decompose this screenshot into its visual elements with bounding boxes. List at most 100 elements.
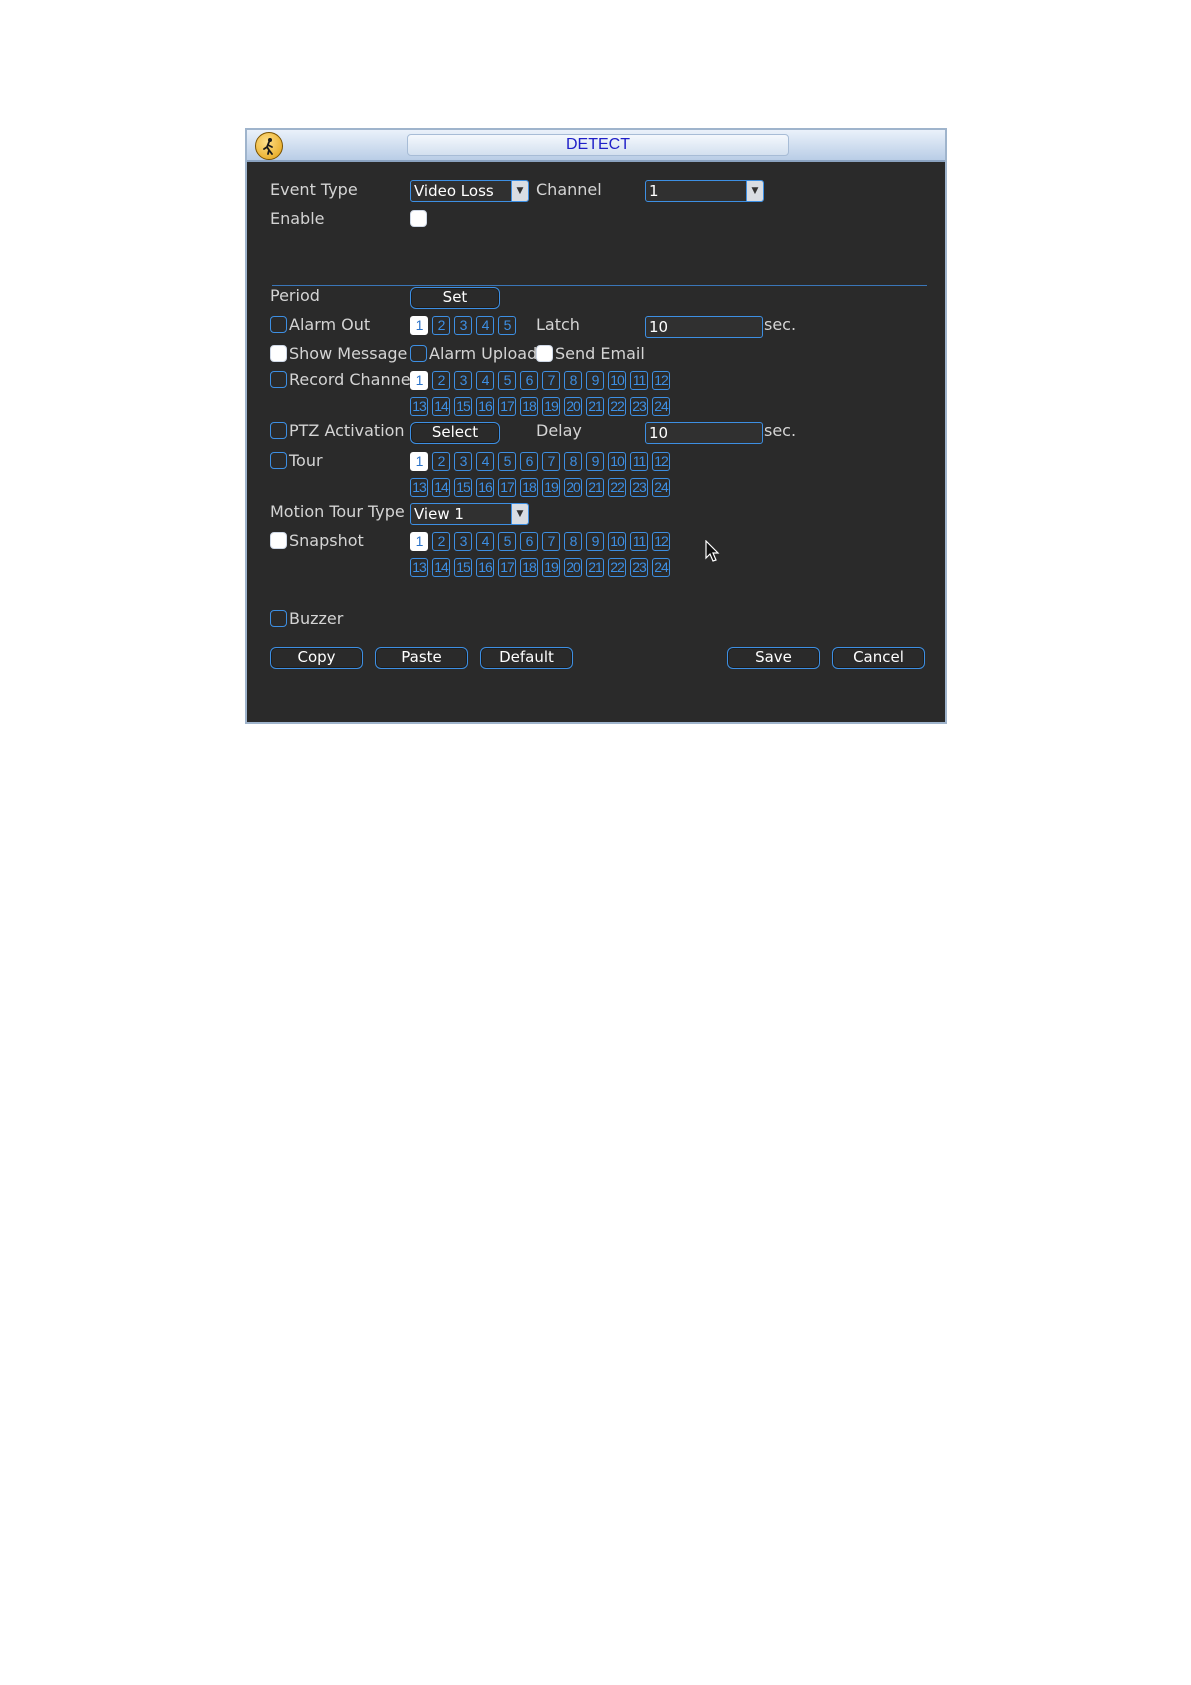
latch-input[interactable]: 10 bbox=[645, 316, 763, 338]
number-toggle-12[interactable]: 12 bbox=[652, 532, 670, 551]
number-toggle-15[interactable]: 15 bbox=[454, 478, 472, 497]
number-toggle-12[interactable]: 12 bbox=[652, 371, 670, 390]
number-toggle-5[interactable]: 5 bbox=[498, 452, 516, 471]
number-toggle-17[interactable]: 17 bbox=[498, 558, 516, 577]
number-toggle-1[interactable]: 1 bbox=[410, 452, 428, 471]
save-button[interactable]: Save bbox=[727, 647, 820, 669]
alarm-out-checkbox[interactable] bbox=[270, 316, 287, 333]
number-toggle-4[interactable]: 4 bbox=[476, 452, 494, 471]
number-toggle-20[interactable]: 20 bbox=[564, 397, 582, 416]
channel-select[interactable]: 1 ▼ bbox=[645, 180, 764, 202]
delay-input[interactable]: 10 bbox=[645, 422, 763, 444]
number-toggle-3[interactable]: 3 bbox=[454, 532, 472, 551]
number-toggle-11[interactable]: 11 bbox=[630, 532, 648, 551]
number-toggle-2[interactable]: 2 bbox=[432, 452, 450, 471]
number-toggle-3[interactable]: 3 bbox=[454, 316, 472, 335]
number-toggle-9[interactable]: 9 bbox=[586, 532, 604, 551]
triangle-down-icon[interactable]: ▼ bbox=[511, 504, 528, 524]
number-toggle-13[interactable]: 13 bbox=[410, 478, 428, 497]
triangle-down-icon[interactable]: ▼ bbox=[511, 181, 528, 201]
alarm-upload-checkbox[interactable] bbox=[410, 345, 427, 362]
number-toggle-23[interactable]: 23 bbox=[630, 397, 648, 416]
number-toggle-14[interactable]: 14 bbox=[432, 397, 450, 416]
paste-button[interactable]: Paste bbox=[375, 647, 468, 669]
number-toggle-18[interactable]: 18 bbox=[520, 478, 538, 497]
number-toggle-13[interactable]: 13 bbox=[410, 558, 428, 577]
number-toggle-2[interactable]: 2 bbox=[432, 532, 450, 551]
show-message-checkbox[interactable] bbox=[270, 345, 287, 362]
ptz-select-button[interactable]: Select bbox=[410, 422, 500, 444]
number-toggle-16[interactable]: 16 bbox=[476, 478, 494, 497]
number-toggle-6[interactable]: 6 bbox=[520, 532, 538, 551]
number-toggle-13[interactable]: 13 bbox=[410, 397, 428, 416]
number-toggle-22[interactable]: 22 bbox=[608, 558, 626, 577]
number-toggle-19[interactable]: 19 bbox=[542, 478, 560, 497]
tour-checkbox[interactable] bbox=[270, 452, 287, 469]
number-toggle-18[interactable]: 18 bbox=[520, 397, 538, 416]
number-toggle-7[interactable]: 7 bbox=[542, 532, 560, 551]
number-toggle-12[interactable]: 12 bbox=[652, 452, 670, 471]
number-toggle-5[interactable]: 5 bbox=[498, 316, 516, 335]
number-toggle-2[interactable]: 2 bbox=[432, 316, 450, 335]
number-toggle-21[interactable]: 21 bbox=[586, 558, 604, 577]
number-toggle-23[interactable]: 23 bbox=[630, 558, 648, 577]
number-toggle-21[interactable]: 21 bbox=[586, 478, 604, 497]
number-toggle-14[interactable]: 14 bbox=[432, 558, 450, 577]
number-toggle-20[interactable]: 20 bbox=[564, 558, 582, 577]
number-toggle-2[interactable]: 2 bbox=[432, 371, 450, 390]
number-toggle-20[interactable]: 20 bbox=[564, 478, 582, 497]
number-toggle-9[interactable]: 9 bbox=[586, 371, 604, 390]
number-toggle-15[interactable]: 15 bbox=[454, 558, 472, 577]
number-toggle-1[interactable]: 1 bbox=[410, 316, 428, 335]
number-toggle-19[interactable]: 19 bbox=[542, 558, 560, 577]
number-toggle-10[interactable]: 10 bbox=[608, 371, 626, 390]
number-toggle-15[interactable]: 15 bbox=[454, 397, 472, 416]
number-toggle-14[interactable]: 14 bbox=[432, 478, 450, 497]
number-toggle-21[interactable]: 21 bbox=[586, 397, 604, 416]
triangle-down-icon[interactable]: ▼ bbox=[746, 181, 763, 201]
snapshot-checkbox[interactable] bbox=[270, 532, 287, 549]
number-toggle-7[interactable]: 7 bbox=[542, 371, 560, 390]
number-toggle-16[interactable]: 16 bbox=[476, 397, 494, 416]
number-toggle-6[interactable]: 6 bbox=[520, 452, 538, 471]
record-channel-checkbox[interactable] bbox=[270, 371, 287, 388]
number-toggle-19[interactable]: 19 bbox=[542, 397, 560, 416]
number-toggle-7[interactable]: 7 bbox=[542, 452, 560, 471]
number-toggle-18[interactable]: 18 bbox=[520, 558, 538, 577]
cancel-button[interactable]: Cancel bbox=[832, 647, 925, 669]
number-toggle-6[interactable]: 6 bbox=[520, 371, 538, 390]
number-toggle-11[interactable]: 11 bbox=[630, 452, 648, 471]
send-email-checkbox[interactable] bbox=[536, 345, 553, 362]
number-toggle-22[interactable]: 22 bbox=[608, 478, 626, 497]
number-toggle-4[interactable]: 4 bbox=[476, 371, 494, 390]
number-toggle-24[interactable]: 24 bbox=[652, 558, 670, 577]
number-toggle-9[interactable]: 9 bbox=[586, 452, 604, 471]
ptz-activation-checkbox[interactable] bbox=[270, 422, 287, 439]
default-button[interactable]: Default bbox=[480, 647, 573, 669]
number-toggle-22[interactable]: 22 bbox=[608, 397, 626, 416]
number-toggle-17[interactable]: 17 bbox=[498, 478, 516, 497]
buzzer-checkbox[interactable] bbox=[270, 610, 287, 627]
number-toggle-16[interactable]: 16 bbox=[476, 558, 494, 577]
number-toggle-8[interactable]: 8 bbox=[564, 371, 582, 390]
number-toggle-17[interactable]: 17 bbox=[498, 397, 516, 416]
number-toggle-1[interactable]: 1 bbox=[410, 532, 428, 551]
number-toggle-1[interactable]: 1 bbox=[410, 371, 428, 390]
number-toggle-8[interactable]: 8 bbox=[564, 452, 582, 471]
number-toggle-4[interactable]: 4 bbox=[476, 316, 494, 335]
enable-checkbox[interactable] bbox=[410, 210, 427, 227]
number-toggle-10[interactable]: 10 bbox=[608, 532, 626, 551]
number-toggle-24[interactable]: 24 bbox=[652, 397, 670, 416]
number-toggle-5[interactable]: 5 bbox=[498, 371, 516, 390]
period-set-button[interactable]: Set bbox=[410, 287, 500, 309]
event-type-select[interactable]: Video Loss ▼ bbox=[410, 180, 529, 202]
copy-button[interactable]: Copy bbox=[270, 647, 363, 669]
number-toggle-3[interactable]: 3 bbox=[454, 452, 472, 471]
number-toggle-11[interactable]: 11 bbox=[630, 371, 648, 390]
number-toggle-10[interactable]: 10 bbox=[608, 452, 626, 471]
number-toggle-23[interactable]: 23 bbox=[630, 478, 648, 497]
number-toggle-3[interactable]: 3 bbox=[454, 371, 472, 390]
number-toggle-4[interactable]: 4 bbox=[476, 532, 494, 551]
number-toggle-5[interactable]: 5 bbox=[498, 532, 516, 551]
number-toggle-24[interactable]: 24 bbox=[652, 478, 670, 497]
